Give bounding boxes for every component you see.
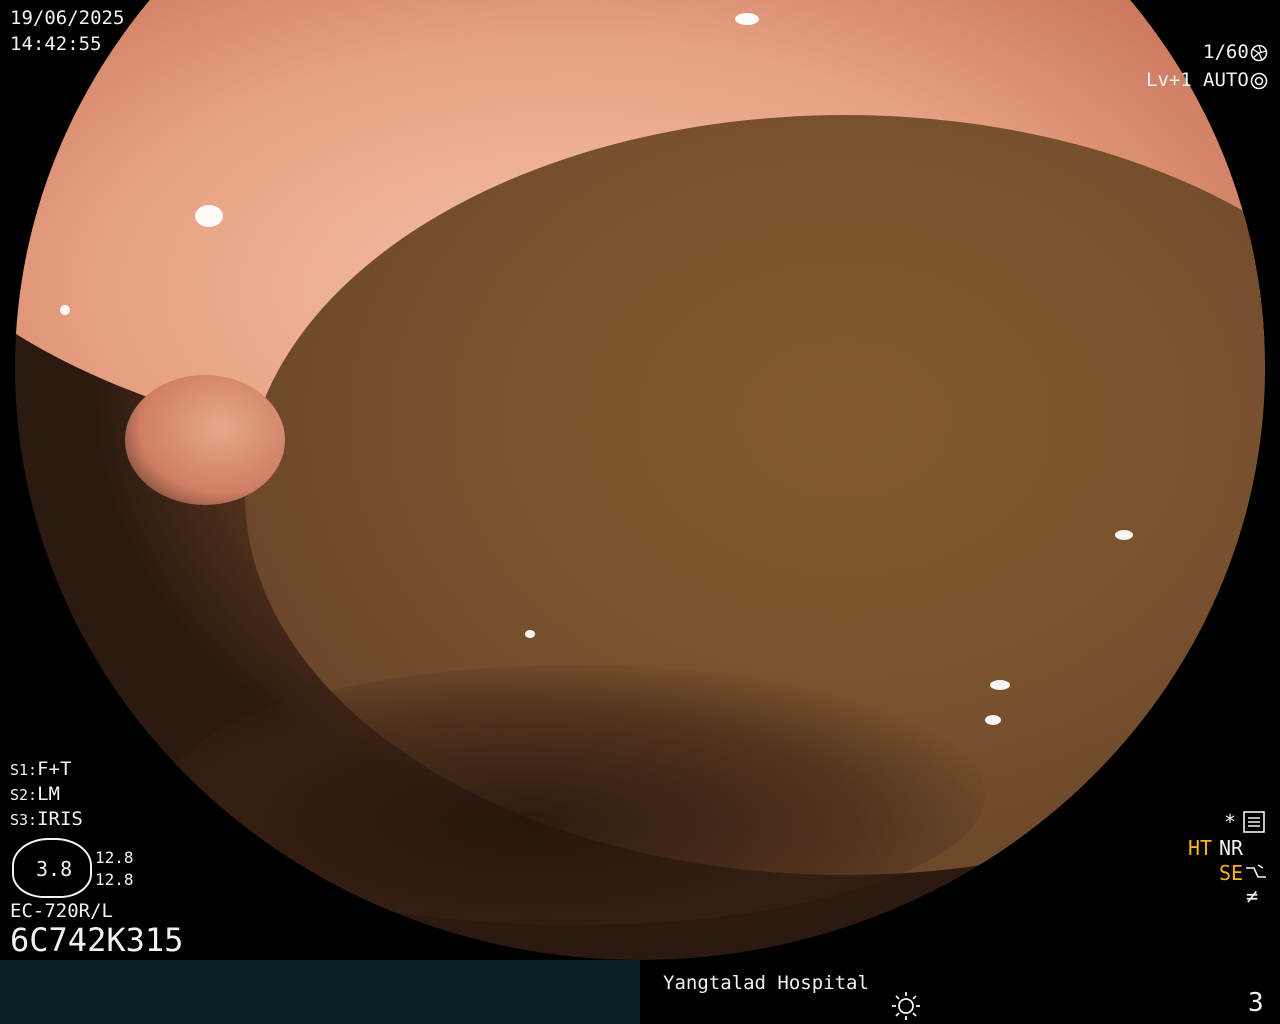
endoscopy-image xyxy=(15,0,1265,960)
switch-s2-value: LM xyxy=(37,783,60,805)
specular-highlight xyxy=(355,910,369,918)
specular-highlight xyxy=(990,680,1010,690)
switch-s2-label: S2: xyxy=(10,786,38,804)
switch-s3-value: IRIS xyxy=(37,808,83,830)
specular-highlight xyxy=(195,205,223,227)
specular-highlight xyxy=(735,13,759,25)
time-label: 14:42:55 xyxy=(10,33,102,55)
auto-iris-icon xyxy=(1250,72,1268,90)
gauge-lower: 12.8 xyxy=(95,870,134,889)
structure-enhance-icon xyxy=(1246,864,1266,878)
switch-s3-label: S3: xyxy=(10,811,38,829)
neq-indicator: ≠ xyxy=(1246,884,1259,908)
lower-fold-shadow xyxy=(165,665,985,925)
iris-mode: AUTO xyxy=(1203,69,1249,91)
switch-s1-value: F+T xyxy=(37,758,72,780)
switch-s1: S1:F+T xyxy=(10,760,71,779)
fold-tip xyxy=(125,375,285,505)
scope-serial: 6C742K315 xyxy=(10,921,184,959)
hospital-name: Yangtalad Hospital xyxy=(663,972,869,994)
date-label: 19/06/2025 xyxy=(10,7,125,29)
switch-s2: S2:LM xyxy=(10,785,60,804)
enhancement-level: Lv+1 xyxy=(1146,69,1192,91)
specular-highlight xyxy=(525,630,535,638)
gauge-value: 3.8 xyxy=(36,857,73,881)
switch-s1-label: S1: xyxy=(10,761,38,779)
ht-indicator: HT xyxy=(1188,836,1213,860)
settings-panel-icon xyxy=(1243,811,1265,833)
shutter-icon xyxy=(1250,44,1268,62)
insertion-gauge: 3.8 xyxy=(12,838,92,898)
specular-highlight xyxy=(985,715,1001,725)
se-indicator: SE xyxy=(1219,861,1244,885)
scope-model: EC-720R/L xyxy=(10,900,113,922)
light-icon xyxy=(892,992,920,1020)
switch-s3: S3:IRIS xyxy=(10,810,83,829)
star-indicator: * xyxy=(1224,810,1237,834)
gauge-upper: 12.8 xyxy=(95,848,134,867)
nr-indicator: NR xyxy=(1219,836,1244,860)
specular-highlight xyxy=(1090,805,1130,827)
shutter-speed: 1/60 xyxy=(1203,41,1249,63)
specular-highlight xyxy=(60,305,70,315)
page-number: 3 xyxy=(1248,988,1264,1018)
specular-highlight xyxy=(1115,530,1133,540)
